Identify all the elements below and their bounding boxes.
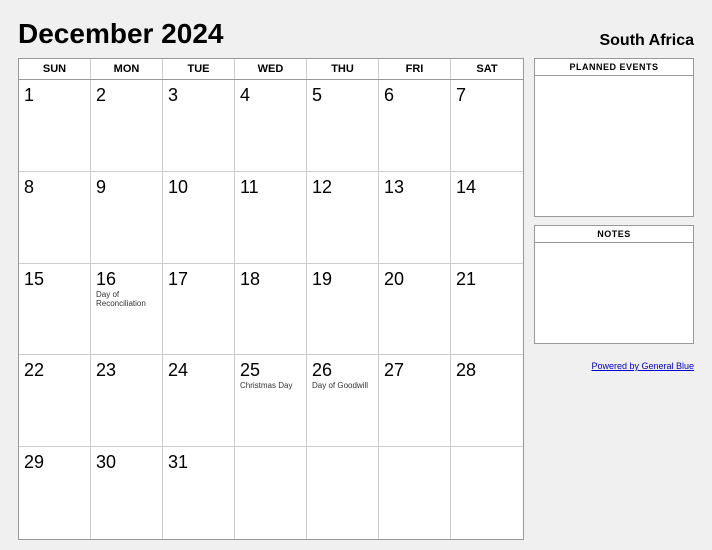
calendar-day: 13 (379, 172, 451, 263)
calendar-day: 27 (379, 355, 451, 446)
day-header: SUN (19, 59, 91, 79)
day-number: 5 (312, 86, 322, 104)
page-title: December 2024 (18, 18, 223, 50)
calendar-day: 18 (235, 264, 307, 355)
event-label: Day of Goodwill (312, 381, 368, 391)
day-number: 10 (168, 178, 188, 196)
day-number: 6 (384, 86, 394, 104)
day-number: 20 (384, 270, 404, 288)
day-header: MON (91, 59, 163, 79)
calendar-day (379, 447, 451, 539)
day-number: 7 (456, 86, 466, 104)
calendar-body: 12345678910111213141516Day of Reconcilia… (19, 80, 523, 539)
calendar-day: 5 (307, 80, 379, 171)
day-number: 16 (96, 270, 116, 288)
calendar-day: 4 (235, 80, 307, 171)
notes-box: NOTES (534, 225, 694, 344)
day-number: 26 (312, 361, 332, 379)
calendar-day: 1 (19, 80, 91, 171)
main-area: SUNMONTUEWEDTHUFRISAT 123456789101112131… (18, 58, 694, 540)
calendar-day: 20 (379, 264, 451, 355)
day-number: 22 (24, 361, 44, 379)
day-number: 8 (24, 178, 34, 196)
calendar-day: 17 (163, 264, 235, 355)
day-number: 2 (96, 86, 106, 104)
day-number: 11 (240, 178, 259, 196)
day-number: 14 (456, 178, 476, 196)
day-number: 29 (24, 453, 44, 471)
calendar-day: 2 (91, 80, 163, 171)
calendar-day: 10 (163, 172, 235, 263)
day-number: 18 (240, 270, 260, 288)
notes-content (535, 243, 693, 343)
day-number: 12 (312, 178, 332, 196)
day-number: 30 (96, 453, 116, 471)
planned-events-content (535, 76, 693, 216)
calendar-day: 24 (163, 355, 235, 446)
day-number: 27 (384, 361, 404, 379)
day-number: 28 (456, 361, 476, 379)
footer: Powered by General Blue (534, 356, 694, 374)
calendar-day: 7 (451, 80, 523, 171)
day-number: 1 (24, 86, 34, 104)
calendar-week: 8 9 10 11 12 13 14 (19, 172, 523, 264)
header: December 2024 South Africa (18, 18, 694, 50)
day-number: 19 (312, 270, 332, 288)
calendar-day: 25 Christmas Day (235, 355, 307, 446)
day-number: 25 (240, 361, 260, 379)
day-number: 4 (240, 86, 250, 104)
notes-title: NOTES (535, 226, 693, 243)
page: December 2024 South Africa SUNMONTUEWEDT… (0, 0, 712, 550)
day-number: 9 (96, 178, 106, 196)
calendar-day: 11 (235, 172, 307, 263)
day-header: SAT (451, 59, 523, 79)
calendar-week: 1 2 3 4 5 6 7 (19, 80, 523, 172)
calendar-day: 15 (19, 264, 91, 355)
planned-events-box: PLANNED EVENTS (534, 58, 694, 217)
calendar-day: 31 (163, 447, 235, 539)
calendar-day: 3 (163, 80, 235, 171)
calendar-day: 12 (307, 172, 379, 263)
calendar-day (451, 447, 523, 539)
day-header: TUE (163, 59, 235, 79)
powered-by-link[interactable]: Powered by General Blue (591, 361, 694, 371)
calendar-week: 29 30 31 (19, 447, 523, 539)
calendar-day: 19 (307, 264, 379, 355)
day-number: 24 (168, 361, 188, 379)
day-number: 17 (168, 270, 188, 288)
calendar-day: 28 (451, 355, 523, 446)
sidebar: PLANNED EVENTS NOTES Powered by General … (534, 58, 694, 540)
calendar-day: 14 (451, 172, 523, 263)
day-number: 13 (384, 178, 404, 196)
day-number: 3 (168, 86, 178, 104)
day-number: 15 (24, 270, 44, 288)
calendar-day: 16 Day of Reconciliation (91, 264, 163, 355)
calendar-day: 21 (451, 264, 523, 355)
event-label: Day of Reconciliation (96, 290, 157, 309)
day-number: 23 (96, 361, 116, 379)
calendar-week: 15 16 Day of Reconciliation 17 18 19 20 21 (19, 264, 523, 356)
day-header: THU (307, 59, 379, 79)
calendar-day: 23 (91, 355, 163, 446)
calendar-day (307, 447, 379, 539)
country-label: South Africa (599, 32, 694, 50)
day-headers: SUNMONTUEWEDTHUFRISAT (19, 59, 523, 80)
calendar-day: 26 Day of Goodwill (307, 355, 379, 446)
calendar-week: 22 23 24 25 Christmas Day 26 Day of Goodwill 27… (19, 355, 523, 447)
calendar-day (235, 447, 307, 539)
calendar-day: 8 (19, 172, 91, 263)
calendar-day: 9 (91, 172, 163, 263)
calendar-day: 29 (19, 447, 91, 539)
day-number: 31 (168, 453, 188, 471)
day-header: FRI (379, 59, 451, 79)
calendar-day: 6 (379, 80, 451, 171)
calendar-day: 30 (91, 447, 163, 539)
calendar: SUNMONTUEWEDTHUFRISAT 123456789101112131… (18, 58, 524, 540)
day-number: 21 (456, 270, 476, 288)
day-header: WED (235, 59, 307, 79)
calendar-day: 22 (19, 355, 91, 446)
event-label: Christmas Day (240, 381, 292, 391)
planned-events-title: PLANNED EVENTS (535, 59, 693, 76)
